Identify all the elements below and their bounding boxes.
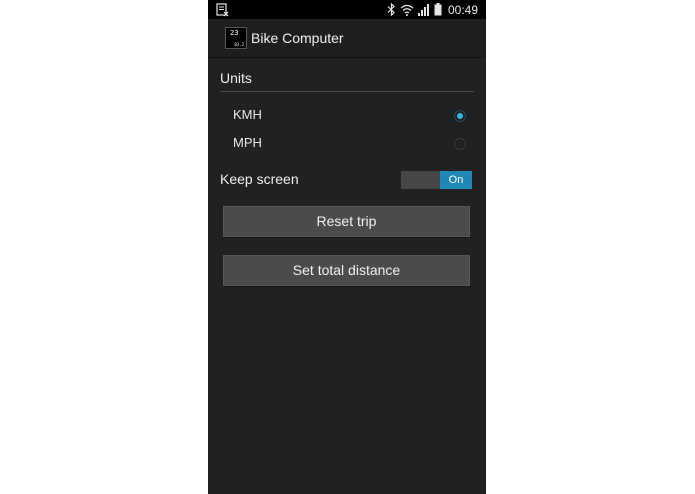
- notification-icon: [216, 3, 229, 17]
- units-option-mph[interactable]: MPH: [208, 129, 486, 157]
- app-icon-distance: 83.2: [234, 42, 244, 47]
- keep-screen-label: Keep screen: [220, 171, 299, 187]
- status-bar: 00:49: [208, 0, 486, 19]
- reset-trip-button[interactable]: Reset trip: [223, 206, 470, 237]
- radio-button-unchecked[interactable]: [454, 138, 466, 150]
- units-header: Units: [220, 70, 252, 86]
- units-divider: [220, 91, 474, 92]
- battery-icon: [434, 3, 442, 16]
- keep-screen-toggle[interactable]: On: [401, 171, 472, 189]
- action-bar: 23 83.2 Bike Computer: [208, 19, 486, 58]
- bluetooth-icon: [387, 3, 395, 16]
- units-option-label: MPH: [233, 135, 262, 150]
- wifi-icon: [400, 4, 414, 16]
- app-icon[interactable]: 23 83.2: [225, 27, 247, 49]
- toggle-on-thumb: On: [440, 171, 472, 189]
- radio-button-checked[interactable]: [454, 110, 466, 122]
- set-total-distance-button[interactable]: Set total distance: [223, 255, 470, 286]
- units-option-label: KMH: [233, 107, 262, 122]
- app-title: Bike Computer: [251, 30, 344, 46]
- signal-icon: [417, 3, 429, 16]
- units-option-kmh[interactable]: KMH: [208, 101, 486, 129]
- phone-screen: 00:49 23 83.2 Bike Computer Units KMH MP…: [208, 0, 486, 494]
- app-icon-speed: 23: [230, 29, 239, 37]
- status-time: 00:49: [447, 2, 478, 17]
